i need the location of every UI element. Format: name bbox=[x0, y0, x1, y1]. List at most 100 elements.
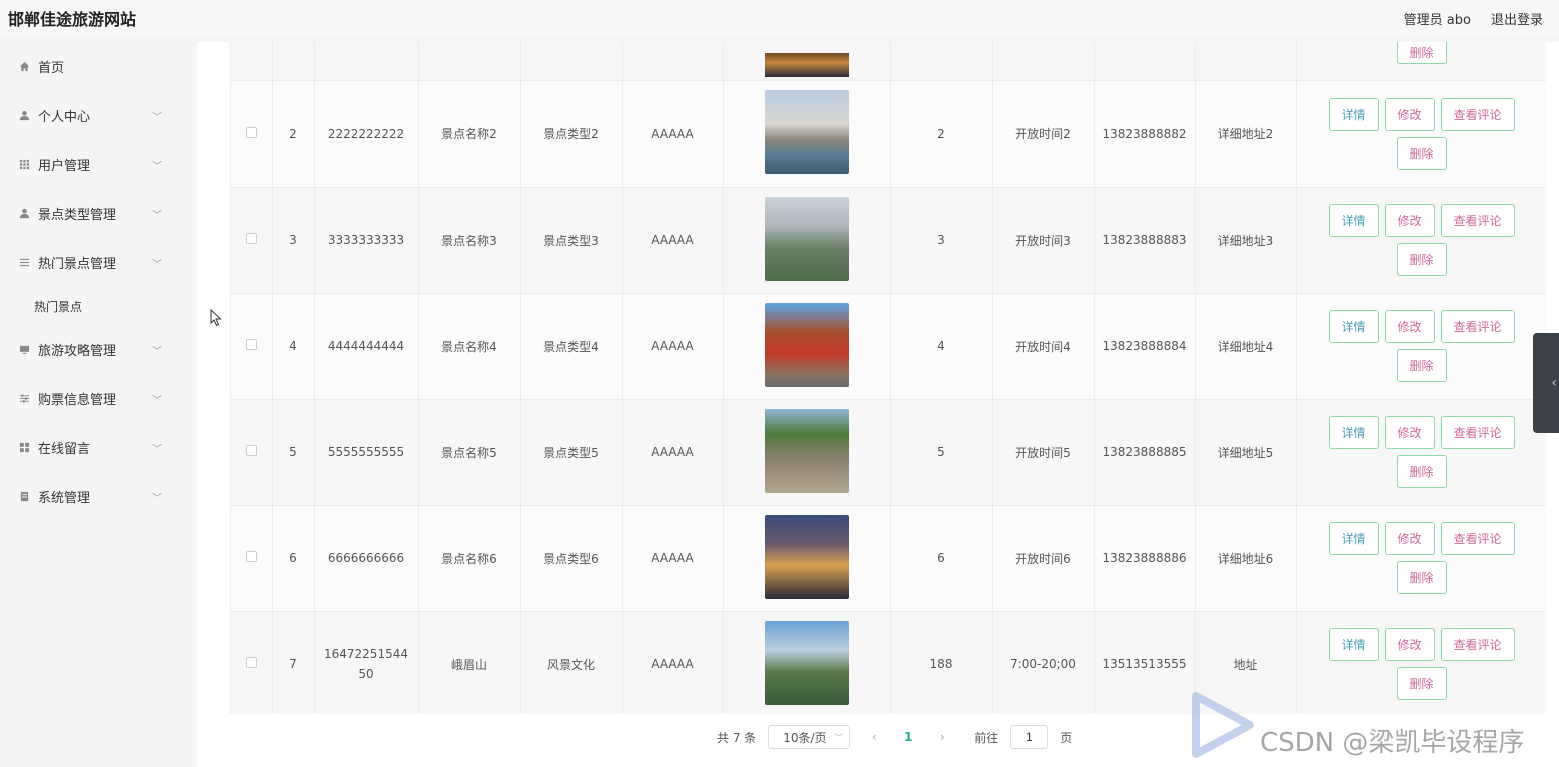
delete-button[interactable]: 删除 bbox=[1396, 243, 1447, 276]
table-row: 6 6666666666 景点名称6 景点类型6 AAAAA 6 开放时间6 13823888… bbox=[231, 505, 1546, 612]
delete-button[interactable]: 删除 bbox=[1396, 455, 1447, 488]
sidebar-item-guides[interactable]: 旅游攻略管理 ﹀ bbox=[0, 325, 170, 374]
next-page-icon[interactable]: › bbox=[930, 730, 954, 744]
edit-button[interactable]: 修改 bbox=[1384, 97, 1435, 131]
edit-button[interactable]: 修改 bbox=[1384, 310, 1435, 343]
view-reviews-button[interactable]: 查看评论 bbox=[1440, 416, 1515, 449]
row-checkbox[interactable] bbox=[245, 126, 257, 138]
delete-button[interactable]: 删除 bbox=[1396, 561, 1447, 594]
delete-button[interactable]: 删除 bbox=[1396, 349, 1447, 382]
open-hours: 开放时间2 bbox=[1015, 127, 1071, 142]
watermark: CSDN @梁凯毕设程序 bbox=[1190, 690, 1559, 767]
detail-address: 详细地址2 bbox=[1217, 127, 1274, 142]
spot-code: 6666666666 bbox=[327, 551, 405, 565]
site-title: 邯郸佳途旅游网站 bbox=[8, 10, 137, 29]
prev-page-icon[interactable]: ‹ bbox=[862, 730, 886, 744]
sidebar-item-tickets[interactable]: 购票信息管理 ﹀ bbox=[0, 374, 170, 423]
watermark-text: CSDN @梁凯毕设程序 bbox=[1260, 728, 1525, 758]
side-drawer-toggle[interactable]: ‹ bbox=[1533, 333, 1559, 433]
spot-image-partial bbox=[764, 53, 849, 77]
page-number-current[interactable]: 1 bbox=[898, 730, 918, 744]
chevron-down-icon: ﹀ bbox=[834, 733, 844, 744]
sidebar-item-label: 用户管理 bbox=[38, 159, 91, 174]
edit-button[interactable]: 修改 bbox=[1384, 204, 1435, 237]
rows-table: 2 2222222222 景点名称2 景点类型2 AAAAA 2 开放时间2 13823888… bbox=[231, 81, 1546, 714]
chevron-down-icon: ﹀ bbox=[152, 493, 162, 504]
view-reviews-button[interactable]: 查看评论 bbox=[1440, 97, 1515, 131]
play-logo-icon bbox=[1192, 692, 1254, 758]
spot-level: AAAAA bbox=[651, 339, 694, 353]
detail-button[interactable]: 详情 bbox=[1328, 97, 1379, 131]
detail-address: 地址 bbox=[1233, 657, 1258, 672]
row-actions: 详情 修改 查看评论删除 bbox=[1322, 310, 1522, 382]
sidebar-item-messages[interactable]: 在线留言 ﹀ bbox=[0, 423, 170, 472]
logout-link[interactable]: 退出登录 bbox=[1491, 9, 1543, 28]
row-checkbox[interactable] bbox=[245, 551, 257, 562]
edit-button[interactable]: 修改 bbox=[1384, 416, 1435, 449]
sidebar-item-spot-types[interactable]: 景点类型管理 ﹀ bbox=[0, 189, 170, 238]
view-reviews-button[interactable]: 查看评论 bbox=[1440, 628, 1515, 661]
page-size-value: 10条/页 bbox=[783, 730, 827, 745]
row-checkbox[interactable] bbox=[245, 233, 257, 244]
spot-count: 188 bbox=[929, 657, 953, 671]
spot-name: 景点名称3 bbox=[441, 233, 497, 248]
view-reviews-button[interactable]: 查看评论 bbox=[1440, 522, 1515, 555]
edit-button[interactable]: 修改 bbox=[1384, 628, 1435, 661]
row-checkbox[interactable] bbox=[245, 657, 257, 668]
chevron-down-icon: ﹀ bbox=[152, 346, 162, 357]
row-checkbox[interactable] bbox=[245, 339, 257, 350]
total-count: 共 7 条 bbox=[717, 730, 757, 745]
detail-button[interactable]: 详情 bbox=[1328, 522, 1379, 555]
spot-level: AAAAA bbox=[651, 233, 694, 247]
view-reviews-button[interactable]: 查看评论 bbox=[1440, 204, 1515, 237]
table-row: 2 2222222222 景点名称2 景点类型2 AAAAA 2 开放时间2 13823888… bbox=[231, 81, 1546, 188]
user-icon bbox=[18, 208, 30, 220]
sidebar-item-home[interactable]: 首页 bbox=[0, 42, 170, 91]
sidebar-item-system[interactable]: 系统管理 ﹀ bbox=[0, 472, 170, 521]
view-reviews-button[interactable]: 查看评论 bbox=[1440, 310, 1515, 343]
spot-code: 5555555555 bbox=[327, 445, 405, 459]
detail-address: 详细地址5 bbox=[1217, 445, 1274, 460]
row-index: 5 bbox=[289, 445, 297, 459]
spot-code: 1647225154450 bbox=[324, 647, 408, 681]
sidebar-subitem-hot-spot[interactable]: 热门景点 bbox=[0, 287, 170, 325]
chevron-down-icon: ﹀ bbox=[152, 161, 162, 172]
sidebar-item-label: 在线留言 bbox=[38, 442, 91, 457]
sidebar-item-label: 购票信息管理 bbox=[38, 393, 117, 408]
spot-count: 5 bbox=[937, 445, 945, 459]
sidebar-item-users[interactable]: 用户管理 ﹀ bbox=[0, 140, 170, 189]
sidebar-item-hot-spots[interactable]: 热门景点管理 ﹀ bbox=[0, 238, 170, 287]
spot-name: 景点名称5 bbox=[441, 445, 497, 460]
detail-button[interactable]: 详情 bbox=[1328, 628, 1379, 661]
page-unit-label: 页 bbox=[1060, 730, 1073, 745]
spot-name: 景点名称4 bbox=[441, 339, 497, 354]
row-checkbox[interactable] bbox=[245, 445, 257, 456]
user-icon bbox=[18, 110, 30, 122]
contact-phone: 13823888884 bbox=[1102, 339, 1187, 353]
detail-button[interactable]: 详情 bbox=[1328, 416, 1379, 449]
page-size-select[interactable]: 10条/页 ﹀ bbox=[768, 725, 851, 749]
chevron-down-icon: ﹀ bbox=[152, 112, 162, 123]
chevron-down-icon: ﹀ bbox=[152, 444, 162, 455]
row-index: 6 bbox=[289, 551, 297, 565]
sidebar-item-profile[interactable]: 个人中心 ﹀ bbox=[0, 91, 170, 140]
delete-button[interactable]: 删除 bbox=[1396, 42, 1447, 64]
detail-button[interactable]: 详情 bbox=[1328, 310, 1379, 343]
goto-page-input[interactable] bbox=[1010, 725, 1049, 749]
detail-button[interactable]: 详情 bbox=[1328, 204, 1379, 237]
delete-button[interactable]: 删除 bbox=[1396, 136, 1447, 170]
monitor-icon bbox=[18, 344, 30, 356]
spot-image bbox=[764, 620, 849, 705]
spot-name: 峨眉山 bbox=[450, 657, 487, 672]
spot-level: AAAAA bbox=[651, 445, 694, 459]
sidebar-item-label: 热门景点管理 bbox=[38, 257, 117, 272]
spot-level: AAAAA bbox=[651, 657, 694, 671]
open-hours: 开放时间4 bbox=[1015, 339, 1071, 354]
chevron-down-icon: ﹀ bbox=[152, 210, 162, 221]
spot-type: 景点类型5 bbox=[543, 445, 599, 460]
contact-phone: 13823888882 bbox=[1102, 126, 1187, 141]
spot-code: 4444444444 bbox=[327, 339, 405, 353]
edit-button[interactable]: 修改 bbox=[1384, 522, 1435, 555]
row-actions: 详情 修改 查看评论删除 bbox=[1322, 522, 1522, 594]
open-hours: 7:00-20;00 bbox=[1010, 657, 1076, 671]
